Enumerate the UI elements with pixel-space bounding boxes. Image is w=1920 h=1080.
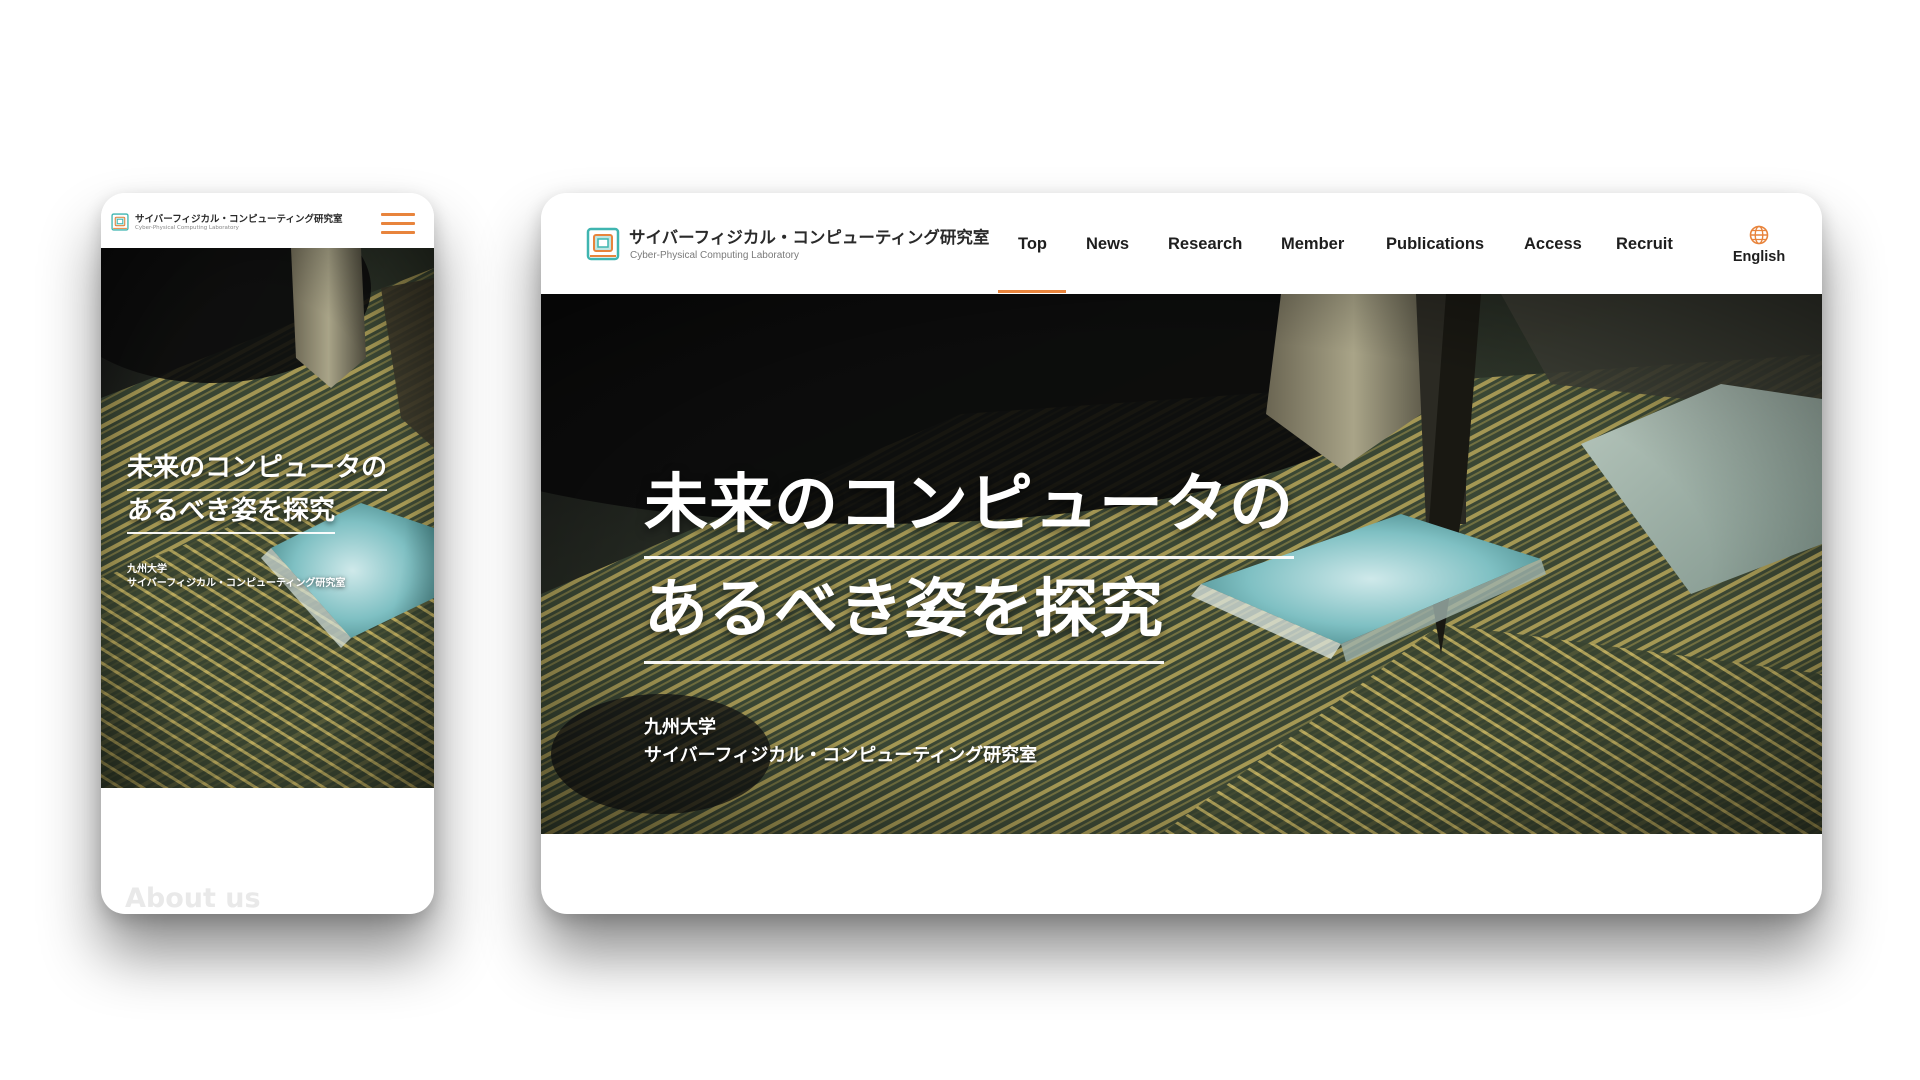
mobile-header: サイバーフィジカル・コンピューティング研究室 Cyber-Physical Co… — [101, 193, 434, 248]
nav-access[interactable]: Access — [1524, 235, 1582, 254]
hero-university: 九州大学 — [127, 564, 167, 575]
site-subtitle: Cyber-Physical Computing Laboratory — [135, 225, 239, 231]
nav-news[interactable]: News — [1086, 235, 1129, 254]
hero-headline: 未来のコンピュータの あるべき姿を探究 — [644, 454, 1294, 664]
nav-research[interactable]: Research — [1168, 235, 1242, 254]
hamburger-menu-icon[interactable] — [381, 210, 415, 236]
desktop-mockup: サイバーフィジカル・コンピューティング研究室 Cyber-Physical Co… — [541, 193, 1822, 914]
site-subtitle: Cyber-Physical Computing Laboratory — [630, 250, 799, 261]
lab-logo-icon[interactable] — [111, 213, 129, 231]
active-nav-indicator — [998, 290, 1066, 293]
hero-headline-line2: あるべき姿を探究 — [127, 491, 336, 534]
globe-icon — [1749, 225, 1769, 245]
hero-lab-name: サイバーフィジカル・コンピューティング研究室 — [127, 578, 346, 589]
hero-headline-line2: あるべき姿を探究 — [644, 559, 1164, 664]
hero-headline-line1: 未来のコンピュータの — [644, 454, 1294, 559]
mobile-mockup: サイバーフィジカル・コンピューティング研究室 Cyber-Physical Co… — [101, 193, 434, 914]
hero-organization: 九州大学 サイバーフィジカル・コンピューティング研究室 — [127, 563, 345, 591]
hero-organization: 九州大学 サイバーフィジカル・コンピューティング研究室 — [644, 714, 1037, 770]
nav-publications[interactable]: Publications — [1386, 235, 1484, 254]
site-title[interactable]: サイバーフィジカル・コンピューティング研究室 — [629, 224, 989, 248]
hero-headline: 未来のコンピュータの あるべき姿を探究 — [127, 448, 388, 534]
site-title[interactable]: サイバーフィジカル・コンピューティング研究室 — [135, 211, 342, 225]
hero-section: 未来のコンピュータの あるべき姿を探究 九州大学 サイバーフィジカル・コンピュー… — [541, 294, 1822, 834]
hero-headline-line1: 未来のコンピュータの — [127, 448, 388, 491]
language-label: English — [1732, 249, 1786, 265]
nav-member[interactable]: Member — [1281, 235, 1344, 254]
nav-recruit[interactable]: Recruit — [1616, 235, 1673, 254]
lab-logo-icon[interactable] — [586, 227, 620, 261]
nav-top[interactable]: Top — [1018, 235, 1047, 254]
hero-university: 九州大学 — [644, 717, 716, 738]
about-us-heading: About us — [125, 883, 261, 914]
language-switch[interactable]: English — [1724, 223, 1794, 273]
desktop-header: サイバーフィジカル・コンピューティング研究室 Cyber-Physical Co… — [541, 193, 1822, 294]
hero-lab-name: サイバーフィジカル・コンピューティング研究室 — [644, 745, 1038, 766]
hero-section: 未来のコンピュータの あるべき姿を探究 九州大学 サイバーフィジカル・コンピュー… — [101, 248, 434, 788]
